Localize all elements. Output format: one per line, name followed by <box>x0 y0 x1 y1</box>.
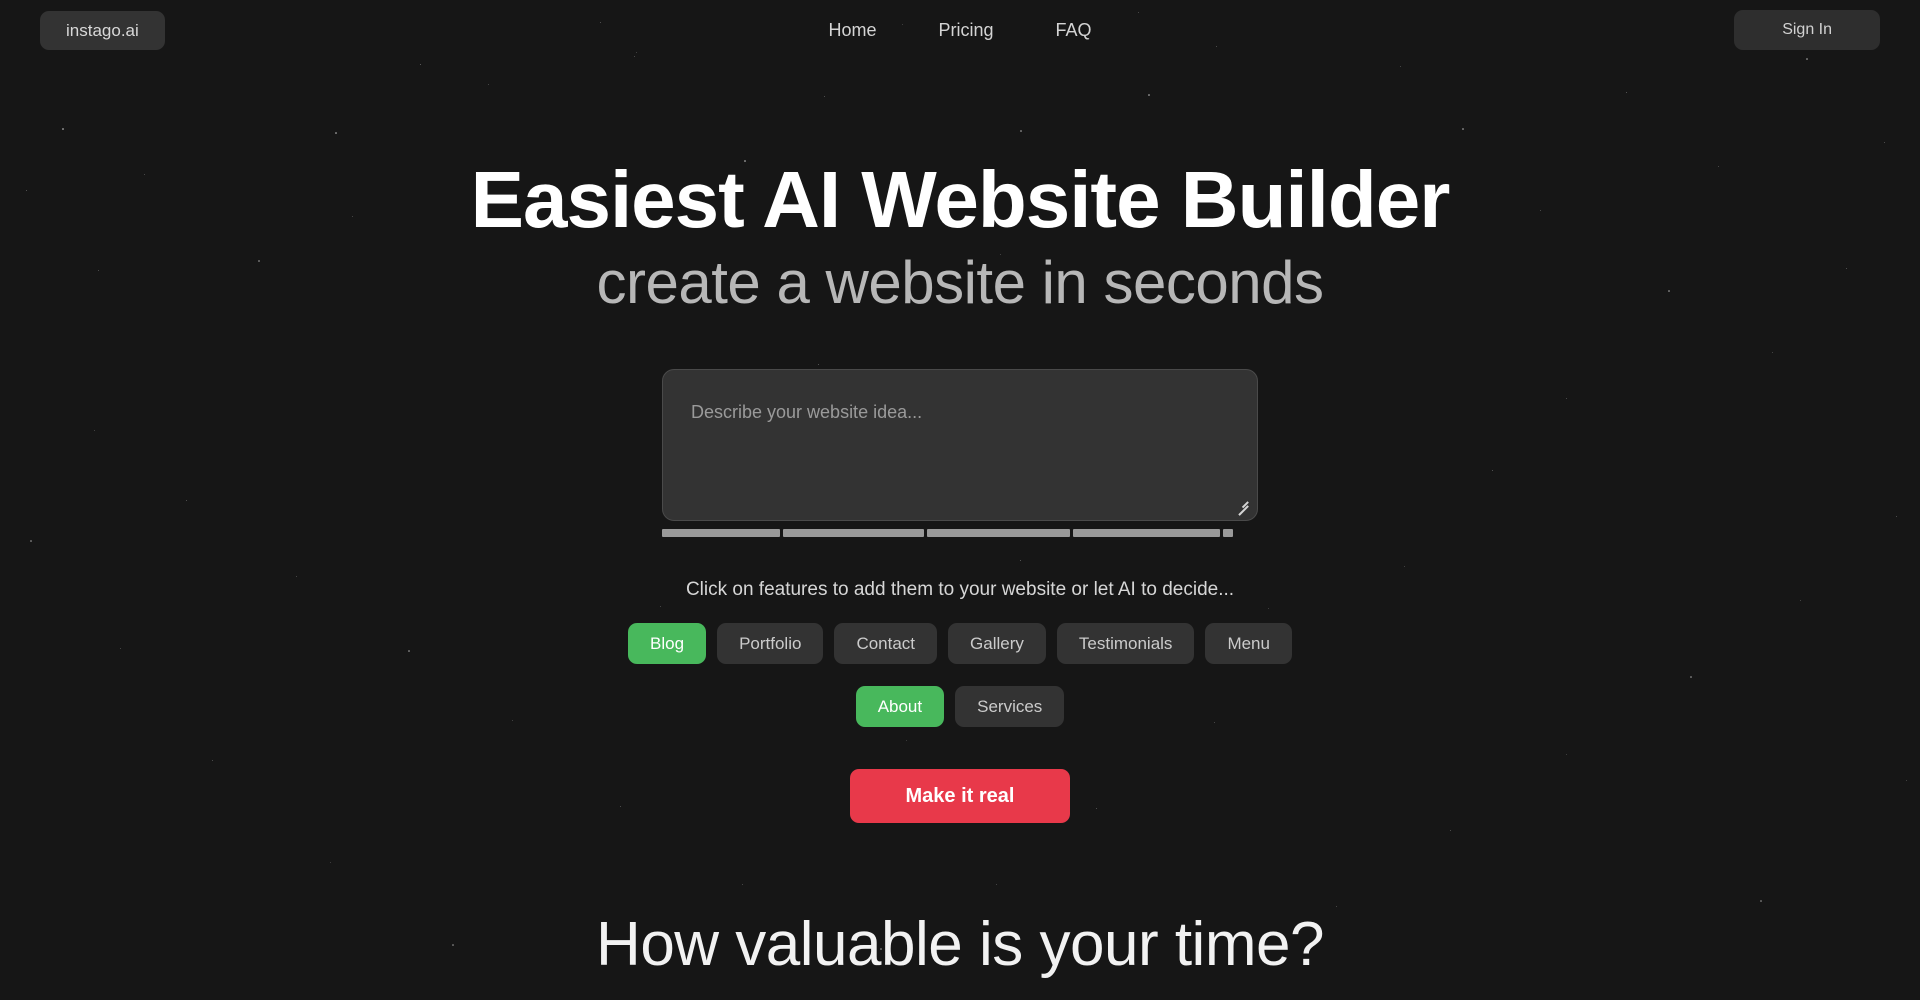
star-dot <box>1336 906 1338 908</box>
star-dot <box>996 884 998 886</box>
star-dot <box>660 606 662 608</box>
star-dot <box>742 884 744 886</box>
star-dot <box>212 760 214 762</box>
nav-item-home[interactable]: Home <box>828 20 876 41</box>
hero-title: Easiest AI Website Builder <box>470 155 1451 244</box>
progress-segment <box>783 528 924 537</box>
progress-segments <box>662 528 1258 537</box>
star-dot <box>1566 398 1568 400</box>
star-dot <box>818 364 820 366</box>
star-dot <box>906 740 908 742</box>
nav-item-faq[interactable]: FAQ <box>1056 20 1092 41</box>
star-dot <box>1566 754 1568 756</box>
nav-item-pricing[interactable]: Pricing <box>938 20 993 41</box>
features-hint: Click on features to add them to your we… <box>685 578 1235 600</box>
sign-in-button[interactable]: Sign In <box>1734 10 1880 50</box>
main-navigation: Home Pricing FAQ <box>0 0 1920 60</box>
make-it-real-button[interactable]: Make it real <box>849 768 1071 823</box>
star-dot <box>94 430 96 432</box>
star-dot <box>1690 676 1692 678</box>
value-section: How valuable is your time? <box>0 909 1920 980</box>
star-dot <box>1020 560 1022 562</box>
website-idea-input[interactable] <box>662 368 1258 521</box>
progress-segment <box>662 528 780 537</box>
star-dot <box>1896 516 1898 518</box>
star-dot <box>30 540 32 542</box>
progress-segment <box>927 528 1070 537</box>
star-dot <box>1450 830 1452 832</box>
feature-pill-contact[interactable]: Contact <box>834 622 938 664</box>
feature-pill-gallery[interactable]: Gallery <box>948 622 1046 664</box>
star-dot <box>330 862 332 864</box>
hero-section: Easiest AI Website Builder create a webs… <box>0 60 1920 316</box>
feature-pill-row-1: Blog Portfolio Contact Gallery Testimonials M… <box>0 622 1920 664</box>
cta-area: Make it real <box>0 768 1920 823</box>
site-header: instago.ai Home Pricing FAQ Sign In <box>0 0 1920 60</box>
feature-pill-blog[interactable]: Blog <box>628 622 707 664</box>
star-dot <box>186 500 188 502</box>
star-dot <box>296 576 298 578</box>
feature-pill-row-2: About Services <box>0 685 1920 727</box>
star-dot <box>1492 470 1494 472</box>
star-dot <box>1772 352 1774 354</box>
progress-segment <box>1073 528 1220 537</box>
feature-pill-testimonials[interactable]: Testimonials <box>1056 622 1195 664</box>
feature-pill-portfolio[interactable]: Portfolio <box>717 622 824 664</box>
hero-subtitle: create a website in seconds <box>596 248 1324 316</box>
prompt-area <box>662 368 1258 521</box>
value-section-heading: How valuable is your time? <box>596 909 1324 979</box>
logo-button[interactable]: instago.ai <box>40 10 165 50</box>
star-dot <box>1268 608 1270 610</box>
feature-pill-about[interactable]: About <box>855 685 945 727</box>
progress-segment <box>1223 528 1233 537</box>
feature-pill-menu[interactable]: Menu <box>1205 622 1292 664</box>
feature-pill-services[interactable]: Services <box>955 685 1065 727</box>
star-dot <box>1404 566 1406 568</box>
star-dot <box>1760 900 1762 902</box>
